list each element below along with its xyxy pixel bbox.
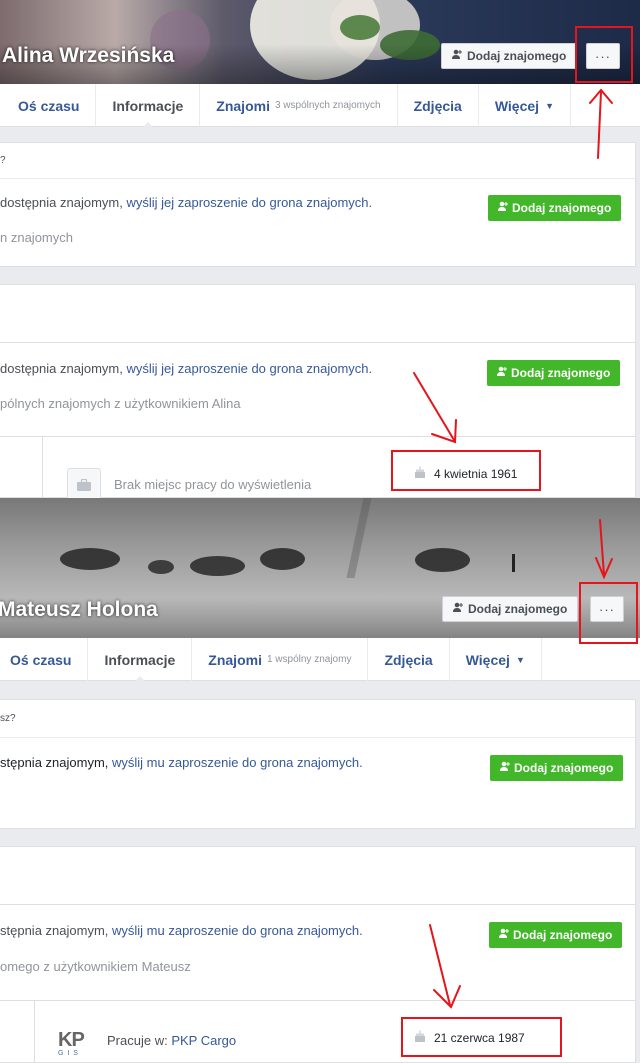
section-heading: ? — [0, 155, 6, 166]
tab-about[interactable]: Informacje — [88, 638, 193, 682]
tab-friends[interactable]: Znajomi 3 wspólnych znajomych — [200, 84, 398, 127]
tab-about[interactable]: Informacje — [96, 84, 201, 128]
caret-down-icon: ▼ — [515, 654, 525, 665]
add-friend-green-button[interactable]: Dodaj znajomego — [488, 195, 622, 221]
annotation-box-birthday — [401, 1017, 562, 1057]
add-friend-label: Dodaj znajomego — [468, 602, 568, 616]
visibility-notice: stępnia znajomym, wyślij mu zaproszenie … — [0, 923, 363, 938]
profile-panel-alina: Alina Wrzesińska Dodaj znajomego ··· Oś … — [0, 0, 640, 498]
send-invite-link[interactable]: wyślij jej zaproszenie do grona znajomyc… — [126, 195, 372, 210]
mutual-friends-text: pólnych znajomych z użytkownikiem Alina — [0, 396, 241, 411]
mutual-friends-text: omego z użytkownikiem Mateusz — [0, 959, 191, 974]
section-heading: sz? — [0, 713, 16, 724]
profile-tabs: Oś czasu Informacje Znajomi 1 wspólny zna… — [0, 638, 640, 682]
add-friend-icon — [500, 761, 510, 775]
add-friend-button[interactable]: Dodaj znajomego — [441, 43, 578, 69]
visibility-notice: dostępnia znajomym, wyślij jej zaproszen… — [0, 361, 373, 376]
tab-friends[interactable]: Znajomi 1 wspólny znajomy — [192, 638, 369, 681]
tab-timeline[interactable]: Oś czasu — [0, 84, 97, 127]
tab-timeline[interactable]: Oś czasu — [0, 638, 89, 681]
send-invite-link[interactable]: wyślij mu zaproszenie do grona znajomych… — [112, 755, 363, 770]
add-friend-icon — [453, 602, 463, 616]
annotation-box-more-button — [575, 26, 633, 83]
pkp-cargo-logo: KP G I S — [58, 1029, 85, 1057]
tab-photos[interactable]: Zdjęcia — [398, 84, 479, 127]
tab-more[interactable]: Więcej ▼ — [479, 84, 571, 127]
send-invite-link[interactable]: wyślij jej zaproszenie do grona znajomyc… — [126, 361, 372, 376]
briefcase-icon — [67, 468, 101, 498]
mutual-friends-count: 1 wspólny znajomy — [266, 654, 352, 665]
profile-panel-mateusz: Mateusz Holona Dodaj znajomego ··· Oś cz… — [0, 498, 640, 1063]
profile-name: Alina Wrzesińska — [2, 44, 175, 67]
annotation-box-more-button — [579, 582, 638, 644]
add-friend-icon — [452, 49, 462, 63]
cover-photo — [0, 0, 640, 84]
friend-request-card: sz? stępnia znajomym, wyślij mu zaprosze… — [0, 699, 636, 829]
add-friend-green-button[interactable]: Dodaj znajomego — [490, 755, 624, 781]
tab-more[interactable]: Więcej ▼ — [450, 638, 542, 681]
add-friend-button[interactable]: Dodaj znajomego — [442, 596, 579, 622]
add-friend-icon — [498, 201, 508, 215]
mutual-friends-text: n znajomych — [0, 230, 73, 245]
annotation-box-birthday — [391, 450, 541, 491]
mutual-friends-count: 3 wspólnych znajomych — [274, 100, 381, 111]
profile-tabs: Oś czasu Informacje Znajomi 3 wspólnych z… — [0, 84, 640, 128]
caret-down-icon: ▼ — [545, 100, 554, 111]
profile-name: Mateusz Holona — [0, 598, 158, 621]
add-friend-icon — [497, 366, 507, 380]
send-invite-link[interactable]: wyślij mu zaproszenie do grona znajomych… — [112, 923, 363, 938]
add-friend-green-button[interactable]: Dodaj znajomego — [487, 360, 621, 386]
add-friend-green-button[interactable]: Dodaj znajomego — [489, 922, 623, 948]
workplace-link[interactable]: PKP Cargo — [171, 1033, 236, 1048]
visibility-notice: stępnia znajomym, wyślij mu zaproszenie … — [0, 755, 363, 770]
visibility-notice: dostępnia znajomym, wyślij jej zaproszen… — [0, 195, 373, 210]
add-friend-icon — [499, 928, 509, 942]
workplace-info: Pracuje w: PKP Cargo — [107, 1033, 237, 1048]
friend-request-card: ? dostępnia znajomym, wyślij jej zaprosz… — [0, 142, 636, 267]
tab-photos[interactable]: Zdjęcia — [368, 638, 450, 681]
add-friend-label: Dodaj znajomego — [467, 49, 567, 63]
no-workplaces-text: Brak miejsc pracy do wyświetlenia — [114, 477, 312, 492]
